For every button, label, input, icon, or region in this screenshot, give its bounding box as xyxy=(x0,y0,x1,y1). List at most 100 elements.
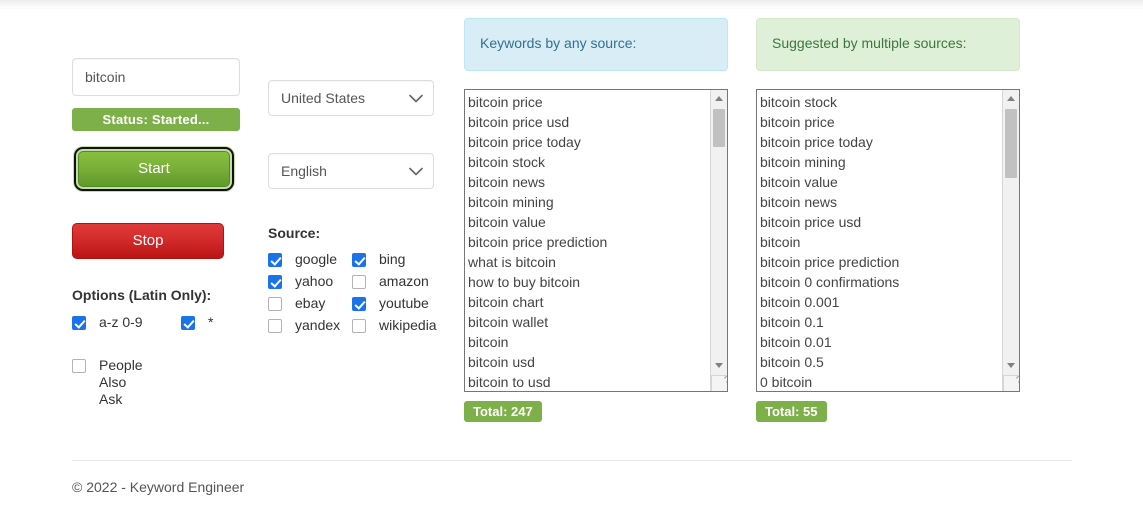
keyword-engineer-page: Status: Started... Start Stop Options (L… xyxy=(0,0,1143,525)
source-checkbox-grid: google bing yahoo amazon ebay youtube ya… xyxy=(268,251,448,333)
source-amazon-label: amazon xyxy=(379,273,429,289)
list-item[interactable]: bitcoin chart xyxy=(468,292,710,312)
list-item[interactable]: bitcoin price today xyxy=(468,132,710,152)
footer-copyright: © 2022 - Keyword Engineer xyxy=(72,479,245,495)
source-amazon-checkbox[interactable] xyxy=(352,275,366,289)
source-yahoo-checkbox[interactable] xyxy=(268,275,282,289)
multiple-sources-list[interactable]: bitcoin stock bitcoin price bitcoin price … xyxy=(757,90,1002,391)
list-item[interactable]: bitcoin 0.5 xyxy=(760,352,1002,372)
list-item[interactable]: 0 bitcoin xyxy=(760,372,1002,391)
list-item[interactable]: bitcoin news xyxy=(760,192,1002,212)
scroll-up-icon[interactable] xyxy=(711,90,727,107)
any-source-scrollbar[interactable] xyxy=(710,90,727,391)
list-item[interactable]: bitcoin 0.01 xyxy=(760,332,1002,352)
resize-grip-icon[interactable] xyxy=(711,375,727,391)
source-ebay-label: ebay xyxy=(295,295,326,311)
multiple-sources-scrollbar[interactable] xyxy=(1002,90,1019,391)
list-item[interactable]: bitcoin price today xyxy=(760,132,1002,152)
list-item[interactable]: bitcoin mining xyxy=(468,192,710,212)
source-google-label: google xyxy=(295,251,338,267)
options-title: Options (Latin Only): xyxy=(72,287,212,303)
country-select-value: United States xyxy=(281,90,366,106)
option-people-also-ask[interactable]: People Also Ask xyxy=(72,357,149,408)
list-item[interactable]: bitcoin usd xyxy=(468,352,710,372)
source-youtube-checkbox[interactable] xyxy=(352,297,366,311)
list-item[interactable]: what is bitcoin xyxy=(468,252,710,272)
multiple-sources-heading: Suggested by multiple sources: xyxy=(756,18,1020,71)
list-item[interactable]: how to buy bitcoin xyxy=(468,272,710,292)
source-wikipedia-checkbox[interactable] xyxy=(352,319,366,333)
source-wikipedia-label: wikipedia xyxy=(379,317,437,333)
source-bing[interactable]: bing xyxy=(352,251,448,267)
scroll-down-icon[interactable] xyxy=(1003,357,1019,374)
scrollbar-thumb[interactable] xyxy=(713,109,725,147)
multiple-sources-total-badge: Total: 55 xyxy=(756,401,827,422)
status-badge: Status: Started... xyxy=(72,108,240,131)
country-select[interactable]: United States xyxy=(268,80,434,116)
source-ebay[interactable]: ebay xyxy=(268,295,352,311)
source-bing-label: bing xyxy=(379,251,406,267)
option-asterisk-checkbox[interactable] xyxy=(181,316,195,330)
source-yandex[interactable]: yandex xyxy=(268,317,352,333)
list-item[interactable]: bitcoin price xyxy=(760,112,1002,132)
language-select-value: English xyxy=(281,163,327,179)
resize-grip-icon[interactable] xyxy=(1003,375,1019,391)
source-yahoo-label: yahoo xyxy=(295,273,334,289)
language-select[interactable]: English xyxy=(268,153,434,189)
scrollbar-thumb[interactable] xyxy=(1005,109,1017,178)
list-item[interactable]: bitcoin 0 confirmations xyxy=(760,272,1002,292)
source-youtube-label: youtube xyxy=(379,295,429,311)
source-ebay-checkbox[interactable] xyxy=(268,297,282,311)
option-az09-checkbox[interactable] xyxy=(72,316,86,330)
source-youtube[interactable]: youtube xyxy=(352,295,448,311)
keyword-input[interactable] xyxy=(72,58,240,96)
list-item[interactable]: bitcoin value xyxy=(468,212,710,232)
list-item[interactable]: bitcoin 0.001 xyxy=(760,292,1002,312)
list-item[interactable]: bitcoin stock xyxy=(468,152,710,172)
any-source-panel: Keywords by any source: bitcoin price bit… xyxy=(464,18,728,422)
list-item[interactable]: bitcoin to usd xyxy=(468,372,710,391)
option-people-also-ask-label: People Also Ask xyxy=(99,357,143,407)
start-button[interactable]: Start xyxy=(74,147,234,191)
list-item[interactable]: bitcoin price usd xyxy=(760,212,1002,232)
option-az09-label: a-z 0-9 xyxy=(99,314,143,330)
multiple-sources-listbox[interactable]: bitcoin stock bitcoin price bitcoin price … xyxy=(756,89,1020,392)
option-people-also-ask-checkbox[interactable] xyxy=(72,359,86,373)
list-item[interactable]: bitcoin wallet xyxy=(468,312,710,332)
list-item[interactable]: bitcoin price xyxy=(468,92,710,112)
list-item[interactable]: bitcoin price prediction xyxy=(760,252,1002,272)
scroll-down-icon[interactable] xyxy=(711,357,727,374)
list-item[interactable]: bitcoin mining xyxy=(760,152,1002,172)
source-wikipedia[interactable]: wikipedia xyxy=(352,317,448,333)
any-source-list[interactable]: bitcoin price bitcoin price usd bitcoin pr… xyxy=(465,90,710,391)
list-item[interactable]: bitcoin value xyxy=(760,172,1002,192)
source-google[interactable]: google xyxy=(268,251,352,267)
option-az09[interactable]: a-z 0-9 xyxy=(72,314,143,331)
source-yahoo[interactable]: yahoo xyxy=(268,273,352,289)
option-asterisk[interactable]: * xyxy=(181,314,228,331)
list-item[interactable]: bitcoin price usd xyxy=(468,112,710,132)
source-title: Source: xyxy=(268,225,321,241)
multiple-sources-panel: Suggested by multiple sources: bitcoin s… xyxy=(756,18,1020,422)
options-row-paa: People Also Ask xyxy=(72,357,252,408)
keyword-form-column: Status: Started... Start Stop Options (L… xyxy=(72,58,252,408)
any-source-listbox[interactable]: bitcoin price bitcoin price usd bitcoin pr… xyxy=(464,89,728,392)
options-row-primary: a-z 0-9 * xyxy=(72,314,252,331)
stop-button[interactable]: Stop xyxy=(72,223,224,259)
scroll-up-icon[interactable] xyxy=(1003,90,1019,107)
source-amazon[interactable]: amazon xyxy=(352,273,448,289)
source-yandex-checkbox[interactable] xyxy=(268,319,282,333)
any-source-heading: Keywords by any source: xyxy=(464,18,728,71)
chevron-down-icon xyxy=(409,154,423,188)
list-item[interactable]: bitcoin news xyxy=(468,172,710,192)
list-item[interactable]: bitcoin stock xyxy=(760,92,1002,112)
source-bing-checkbox[interactable] xyxy=(352,253,366,267)
list-item[interactable]: bitcoin 0.1 xyxy=(760,312,1002,332)
any-source-total-badge: Total: 247 xyxy=(464,401,542,422)
settings-column: United States English Source: google bin… xyxy=(268,80,448,333)
source-google-checkbox[interactable] xyxy=(268,253,282,267)
list-item[interactable]: bitcoin xyxy=(760,232,1002,252)
footer-divider xyxy=(72,460,1072,461)
list-item[interactable]: bitcoin price prediction xyxy=(468,232,710,252)
list-item[interactable]: bitcoin xyxy=(468,332,710,352)
